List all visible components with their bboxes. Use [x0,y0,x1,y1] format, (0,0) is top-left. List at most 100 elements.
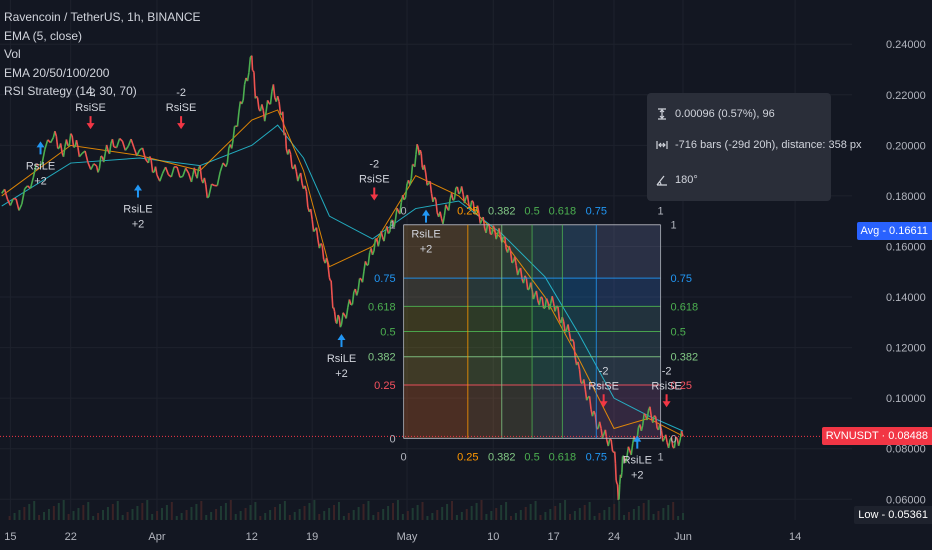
volume-bar [357,507,360,520]
volume-bar [367,501,370,520]
price-segment [78,152,83,158]
volume-bar [318,514,321,520]
volume-bar [175,516,178,520]
long-signal-label: RsiLE [26,160,55,172]
volume-bar [352,510,355,520]
y-tick-label: 0.10000 [886,393,926,405]
volume-bar [475,503,478,520]
fib-time-label-bottom: 1 [657,451,663,463]
price-segment [423,164,427,174]
volume-bar [544,512,547,520]
volume-bar [480,500,483,520]
price-segment [65,139,69,146]
price-segment [219,162,224,173]
price-segment [97,168,101,173]
price-segment [84,150,89,163]
indicator-rsi-strategy[interactable]: RSI Strategy (14, 30, 70) [4,82,201,101]
volume-bar [342,516,345,520]
symbol-title[interactable]: Ravencoin / TetherUS, 1h, BINANCE [4,8,201,27]
x-tick-label: 19 [306,531,318,543]
volume-bar [642,503,645,520]
long-signal-arrow[interactable] [422,209,430,223]
short-signal-arrow[interactable] [86,116,95,130]
price-segment [288,149,292,155]
indicator-ema-multi[interactable]: EMA 20/50/100/200 [4,64,201,83]
price-segment [284,134,288,149]
price-segment [424,172,428,186]
price-segment [284,132,287,135]
fib-level-label-right: 0 [671,433,677,445]
price-segment [439,211,443,219]
indicator-vol[interactable]: Vol [4,45,201,64]
price-segment [265,100,269,112]
volume-bar [303,506,306,520]
short-signal-arrow[interactable] [662,394,671,408]
volume-bar [603,510,606,520]
price-segment [660,430,664,442]
volume-bar [283,501,286,520]
fib-time-label-bottom: 0.382 [488,451,516,463]
long-signal-value: +2 [420,244,433,256]
volume-bar [116,501,119,520]
low-price-tag: Low - 0.05361 [854,506,932,525]
x-tick-label: Apr [148,531,165,543]
volume-bar [269,510,272,520]
long-signal-arrow[interactable] [337,333,346,347]
price-segment [394,208,398,220]
x-tick-label: May [397,531,418,543]
price-segment [434,199,439,213]
fib-time-label-bottom: 0.618 [549,451,577,463]
volume-bar [13,513,16,520]
long-signal-arrow[interactable] [36,141,45,155]
short-signal-label: RsiSE [166,102,197,114]
long-signal-label: RsiLE [623,455,652,467]
y-tick-label: 0.14000 [886,292,926,304]
price-segment [3,189,9,200]
volume-bar [495,508,498,520]
fib-level-label-right: 0.75 [671,273,692,285]
volume-bar [190,507,193,520]
price-segment [226,148,230,163]
volume-bar [377,512,380,520]
price-segment [332,307,336,312]
fib-time-label-top: 1 [657,206,663,218]
price-segment [330,280,333,296]
angle-text: 180° [675,174,698,186]
volume-bar [549,509,552,520]
price-segment [251,55,254,71]
price-segment [87,162,92,170]
volume-bar [33,501,36,520]
price-segment [297,175,301,182]
indicator-ema5[interactable]: EMA (5, close) [4,27,201,46]
price-segment [305,191,309,208]
price-range-icon [658,108,666,120]
fib-level-label-left: 0.5 [380,327,395,339]
volume-bar [323,511,326,520]
price-segment [261,104,265,111]
volume-bar [470,506,473,520]
volume-bar [313,500,316,520]
volume-bar [8,516,11,520]
price-segment [630,443,634,456]
fib-time-label-top: 0 [401,206,407,218]
fib-time-label-bottom: 0.25 [457,451,478,463]
price-segment [141,147,147,160]
fib-time-label-bottom: 0.75 [586,451,607,463]
price-segment [340,312,344,325]
price-segment [420,153,424,168]
volume-bar [62,500,65,520]
price-segment [653,414,657,418]
volume-bar [662,508,665,520]
volume-bar [308,503,311,520]
volume-bar [87,502,90,520]
volume-bar [82,505,85,520]
fib-time-label-top: 0.5 [524,206,539,218]
short-signal-arrow[interactable] [370,187,379,201]
short-signal-value: -2 [369,158,379,170]
fib-level-label-right: 1 [671,220,677,232]
volume-bar [657,511,660,520]
volume-bar [161,508,164,520]
x-tick-label: 24 [608,531,620,543]
short-signal-arrow[interactable] [177,116,186,130]
volume-bar [618,501,621,520]
